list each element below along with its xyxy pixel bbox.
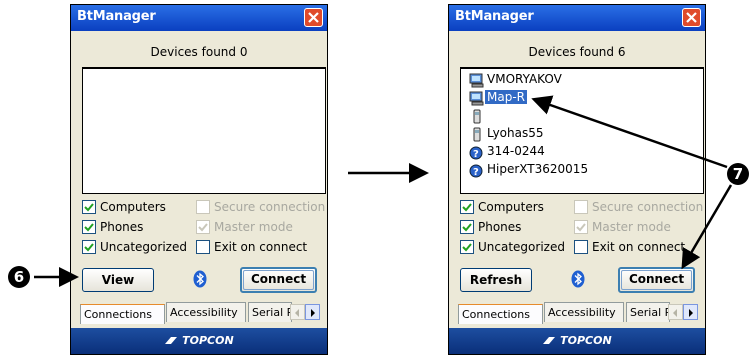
- device-name: Lyohas55: [487, 126, 544, 140]
- bluetooth-icon: [193, 270, 207, 288]
- tab-scroll-left-button[interactable]: [668, 304, 683, 320]
- unknown-device-icon: ?: [469, 146, 483, 160]
- device-name: 314-0244: [487, 144, 545, 158]
- tab-accessibility[interactable]: Accessibility: [166, 302, 246, 322]
- device-list[interactable]: [82, 67, 326, 194]
- logo-text: TOPCON: [182, 334, 234, 347]
- computer-icon: [469, 91, 484, 106]
- tab-connections[interactable]: Connections: [80, 304, 165, 324]
- connect-button[interactable]: Connect: [240, 267, 317, 293]
- checkmark-icon: [462, 243, 472, 252]
- device-list[interactable]: VMORYAKOV Map-R Lyohas55 ? 314-0244 ? Hi…: [460, 67, 704, 194]
- step-marker-7: 7: [727, 163, 749, 185]
- checkbox-box: [196, 200, 210, 214]
- close-button[interactable]: [304, 8, 323, 27]
- arrow-left-icon: [295, 309, 299, 317]
- checkbox-label: Master mode: [214, 220, 293, 234]
- checkmark-icon: [462, 203, 472, 212]
- svg-text:?: ?: [473, 149, 479, 160]
- close-icon: [686, 12, 697, 23]
- tab-serial[interactable]: Serial P: [626, 302, 670, 322]
- checkbox-box: [460, 200, 474, 214]
- tab-accessibility[interactable]: Accessibility: [544, 302, 624, 322]
- device-name: Map-R: [485, 90, 527, 104]
- checkbox-box: [82, 240, 96, 254]
- arrow-right-icon: [689, 309, 693, 317]
- title-bar: BtManager: [449, 5, 705, 31]
- checkbox-box: [82, 200, 96, 214]
- checkbox-label: Computers: [100, 200, 166, 214]
- view-button[interactable]: View: [82, 268, 154, 292]
- topcon-logo: TOPCON: [71, 334, 327, 347]
- logo-text: TOPCON: [560, 334, 612, 347]
- footer-bar: TOPCON: [449, 328, 705, 354]
- close-icon: [308, 12, 319, 23]
- device-name: HiperXT3620015: [487, 162, 589, 176]
- checkmark-icon: [84, 203, 94, 212]
- topcon-swoosh-icon: [165, 337, 178, 344]
- device-name: VMORYAKOV: [487, 72, 562, 86]
- checkbox-box: [574, 200, 588, 214]
- checkbox-box: [196, 240, 210, 254]
- devices-found-label: Devices found 6: [528, 45, 626, 59]
- connect-button[interactable]: Connect: [618, 267, 695, 293]
- checkmark-icon: [576, 223, 586, 232]
- topcon-swoosh-icon: [543, 337, 556, 344]
- checkbox-label: Secure connection: [214, 200, 326, 214]
- checkbox-label: Exit on connect: [214, 240, 308, 254]
- checkbox-box: [82, 220, 96, 234]
- arrow-left-icon: [673, 309, 677, 317]
- footer-bar: TOPCON: [71, 328, 327, 354]
- title-bar: BtManager: [71, 5, 327, 31]
- bt-manager-window-before: BtManager Devices found 0 Computers Phon…: [70, 4, 328, 355]
- checkbox-box: [460, 220, 474, 234]
- checkbox-label: Uncategorized: [100, 240, 187, 254]
- bt-manager-window-after: BtManager Devices found 6 VMORYAKOV Map-…: [448, 4, 706, 355]
- checkbox-label: Uncategorized: [478, 240, 565, 254]
- checkbox-box: [196, 220, 210, 234]
- checkbox-box: [460, 240, 474, 254]
- close-button[interactable]: [682, 8, 701, 27]
- bluetooth-icon: [571, 270, 585, 288]
- svg-text:?: ?: [473, 167, 479, 178]
- tab-scroll-right-button[interactable]: [683, 304, 698, 320]
- tab-scroll-left-button[interactable]: [290, 304, 305, 320]
- checkbox-label: Computers: [478, 200, 544, 214]
- step-marker-6: 6: [8, 266, 30, 288]
- checkbox-label: Master mode: [592, 220, 671, 234]
- arrow-right-icon: [311, 309, 315, 317]
- computer-icon: [469, 73, 484, 88]
- unknown-device-icon: ?: [469, 164, 483, 178]
- checkmark-icon: [198, 223, 208, 232]
- checkbox-box: [574, 220, 588, 234]
- tab-connections[interactable]: Connections: [458, 304, 543, 324]
- checkbox-label: Secure connection: [592, 200, 704, 214]
- checkmark-icon: [84, 223, 94, 232]
- checkmark-icon: [462, 223, 472, 232]
- tab-strip: Connections Accessibility Serial P: [454, 302, 700, 324]
- devices-found-label: Devices found 0: [150, 45, 248, 59]
- tab-serial[interactable]: Serial P: [248, 302, 292, 322]
- phone-icon: [473, 127, 481, 142]
- topcon-logo: TOPCON: [449, 334, 705, 347]
- checkbox-label: Phones: [478, 220, 522, 234]
- checkbox-label: Exit on connect: [592, 240, 686, 254]
- checkbox-box: [574, 240, 588, 254]
- window-title: BtManager: [455, 9, 534, 24]
- checkmark-icon: [84, 243, 94, 252]
- checkbox-label: Phones: [100, 220, 144, 234]
- phone-icon: [473, 109, 481, 124]
- tab-strip: Connections Accessibility Serial P: [76, 302, 322, 324]
- window-title: BtManager: [77, 9, 156, 24]
- tab-scroll-right-button[interactable]: [305, 304, 320, 320]
- refresh-button[interactable]: Refresh: [460, 268, 532, 292]
